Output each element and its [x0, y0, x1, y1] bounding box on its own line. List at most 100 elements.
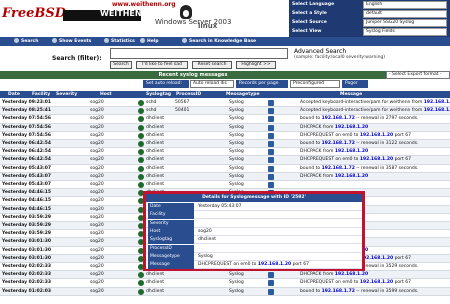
col-host[interactable]: Host	[100, 91, 112, 98]
nav-statistics[interactable]: Statistics	[104, 38, 135, 45]
row-syslogtag[interactable]: dhclient	[146, 148, 164, 156]
highlight-button[interactable]: Highlight >>	[236, 61, 276, 69]
table-row[interactable]: Yesterday 07:54:56 sog20 dhclient Syslog DHC…	[0, 123, 450, 132]
row-host[interactable]: sog20	[90, 263, 126, 271]
row-date[interactable]: Yesterday 04:46:15	[2, 206, 54, 214]
row-host[interactable]: sog20	[90, 271, 126, 279]
row-date[interactable]: Yesterday 03:59:29	[2, 230, 54, 238]
col-messagetype[interactable]: Messagetype	[226, 91, 260, 98]
row-syslogtag[interactable]: dhclient	[146, 279, 164, 287]
row-date[interactable]: Yesterday 05:43:07	[2, 165, 54, 173]
row-date[interactable]: Yesterday 07:54:56	[2, 132, 54, 140]
row-date[interactable]: Yesterday 05:43:07	[2, 181, 54, 189]
row-syslogtag[interactable]: dhclient	[146, 181, 164, 189]
auto-reload-dropdown[interactable]: Auto reload dis	[190, 80, 234, 88]
row-date[interactable]: Yesterday 07:54:56	[2, 115, 54, 123]
row-message[interactable]: DHCPACK from 192.168.1.20	[300, 124, 450, 132]
row-message-ip[interactable]: 192.168.1.20	[360, 157, 393, 162]
table-row[interactable]: Yesterday 06:42:54 sog20 dhclient Syslog bou…	[0, 140, 450, 149]
row-host[interactable]: sog20	[90, 279, 126, 287]
row-date[interactable]: Yesterday 04:46:15	[2, 189, 54, 197]
row-date[interactable]: Yesterday 06:42:54	[2, 140, 54, 148]
row-syslogtag[interactable]: dhclient	[146, 156, 164, 164]
row-syslogtag[interactable]: dhclient	[146, 271, 164, 279]
row-syslogtag[interactable]: sshd	[146, 107, 156, 115]
row-syslogtag[interactable]: dhclient	[146, 288, 164, 296]
row-message-ip[interactable]: 192.168.1.20	[335, 174, 368, 179]
row-host[interactable]: sog20	[90, 156, 126, 164]
row-date[interactable]: Yesterday 03:01:30	[2, 255, 54, 263]
row-syslogtag[interactable]: dhclient	[146, 173, 164, 181]
row-host[interactable]: sog20	[90, 115, 126, 123]
nav-help[interactable]: Help	[140, 38, 159, 45]
search-filter-input[interactable]	[110, 48, 288, 59]
col-processid[interactable]: ProcessID	[176, 91, 201, 98]
row-host[interactable]: sog20	[90, 140, 126, 148]
row-host[interactable]: sog20	[90, 189, 126, 197]
select-language-dropdown[interactable]: English	[363, 1, 447, 9]
row-host[interactable]: sog20	[90, 148, 126, 156]
row-date[interactable]: Yesterday 01:02:03	[2, 288, 54, 296]
row-message[interactable]: DHCPREQUEST on em0 to 192.168.1.20 port …	[300, 279, 450, 287]
row-message-ip[interactable]: 192.168.1.20	[360, 280, 393, 285]
row-syslogtag[interactable]: dhclient	[146, 132, 164, 140]
row-date[interactable]: Yesterday 03:59:29	[2, 214, 54, 222]
select-view-dropdown[interactable]: Syslog Fields	[363, 28, 447, 36]
row-host[interactable]: sog20	[90, 107, 126, 115]
row-message[interactable]: Accepted keyboard-interactive/pam for we…	[300, 107, 450, 115]
row-host[interactable]: sog20	[90, 288, 126, 296]
row-message-ip[interactable]: 192.168.1.20	[335, 272, 368, 277]
row-message-ip[interactable]: 192.168.1.72	[322, 166, 355, 171]
row-host[interactable]: sog20	[90, 124, 126, 132]
reset-search-button[interactable]: Reset search	[192, 61, 232, 69]
row-date[interactable]: Yesterday 02:02:33	[2, 263, 54, 271]
row-date[interactable]: Yesterday 02:02:33	[2, 279, 54, 287]
row-message[interactable]: DHCPREQUEST on em0 to 192.168.1.20 port …	[300, 132, 450, 140]
col-date[interactable]: Date	[8, 91, 20, 98]
row-date[interactable]: Yesterday 04:46:15	[2, 197, 54, 205]
row-host[interactable]: sog20	[90, 206, 126, 214]
row-host[interactable]: sog20	[90, 230, 126, 238]
col-message[interactable]: Message	[340, 91, 362, 98]
row-host[interactable]: sog20	[90, 181, 126, 189]
row-date[interactable]: Yesterday 08:25:41	[2, 107, 54, 115]
records-per-page-dropdown[interactable]: Preconfigured	[290, 80, 340, 88]
col-syslogtag[interactable]: Syslogtag	[146, 91, 171, 98]
row-date[interactable]: Yesterday 03:59:29	[2, 222, 54, 230]
advanced-search-link[interactable]: Advanced Search	[294, 48, 346, 55]
export-format-dropdown[interactable]: - Select Export format -	[386, 71, 450, 79]
row-host[interactable]: sog20	[90, 238, 126, 246]
nav-show-events[interactable]: Show Events	[52, 38, 91, 45]
table-row[interactable]: Yesterday 06:42:54 sog20 dhclient Syslog DHC…	[0, 148, 450, 157]
select-style-dropdown[interactable]: default	[363, 10, 447, 18]
row-syslogtag[interactable]: dhclient	[146, 124, 164, 132]
row-host[interactable]: sog20	[90, 197, 126, 205]
site-url[interactable]: www.weithenn.org	[112, 1, 176, 8]
row-syslogtag[interactable]: dhclient	[146, 140, 164, 148]
table-row[interactable]: Yesterday 07:54:56 sog20 dhclient Syslog bou…	[0, 115, 450, 124]
table-row[interactable]: Yesterday 06:42:54 sog20 dhclient Syslog DHC…	[0, 156, 450, 165]
popup-field-ip[interactable]: 192.168.1.20	[258, 262, 291, 267]
table-row[interactable]: Yesterday 08:25:41 sog20 sshd 50401 Syslog Ac…	[0, 107, 450, 116]
row-date[interactable]: Yesterday 06:42:54	[2, 148, 54, 156]
row-syslogtag[interactable]: dhclient	[146, 165, 164, 173]
col-severity[interactable]: Severity	[56, 91, 77, 98]
table-row[interactable]: Yesterday 07:54:56 sog20 dhclient Syslog DHC…	[0, 132, 450, 140]
table-row[interactable]: Yesterday 05:43:07 sog20 dhclient Syslog bou…	[0, 165, 450, 173]
row-message-ip[interactable]: 192.168.1.20	[360, 133, 393, 138]
table-row[interactable]: Yesterday 05:43:07 sog20 dhclient Syslog DHC…	[0, 172, 450, 181]
row-date[interactable]: Yesterday 07:54:56	[2, 124, 54, 132]
row-message[interactable]: bound to 192.168.1.72 -- renewal in 3599…	[300, 288, 450, 296]
row-date[interactable]: Yesterday 05:43:07	[2, 173, 54, 181]
feel-sad-button[interactable]: I'd like to feel sad	[136, 61, 188, 69]
table-row[interactable]: Yesterday 02:02:33 sog20 dhclient Syslog DHC…	[0, 271, 450, 280]
row-date[interactable]: Yesterday 02:02:33	[2, 271, 54, 279]
row-message[interactable]: DHCPACK from 192.168.1.20	[300, 173, 450, 181]
search-button[interactable]: Search	[110, 61, 132, 69]
row-host[interactable]: sog20	[90, 173, 126, 181]
nav-search[interactable]: Search	[14, 38, 38, 45]
row-message-ip[interactable]: 192.168.1.20	[335, 125, 368, 130]
row-message-ip[interactable]: 192.168.1.33	[424, 108, 450, 113]
row-message-ip[interactable]: 192.168.1.72	[322, 289, 355, 294]
table-row[interactable]: Yesterday 01:02:03 sog20 dhclient Syslog bou…	[0, 287, 450, 296]
